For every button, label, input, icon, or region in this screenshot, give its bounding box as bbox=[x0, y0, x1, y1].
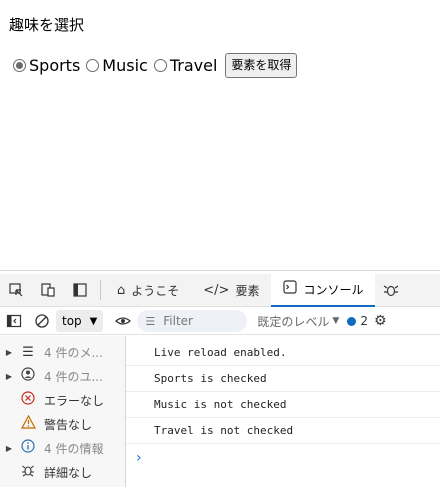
radio-option-music[interactable]: Music bbox=[86, 56, 148, 75]
home-icon: ⌂ bbox=[117, 282, 126, 298]
devtools-tab-bar: ⌂ ようこそ </> 要素 コンソール bbox=[0, 273, 440, 307]
radio-button-sports[interactable] bbox=[13, 58, 26, 72]
console-message: Live reload enabled. bbox=[126, 340, 440, 366]
console-sidebar: ▶ ☰ 4 件のメ... ▶ 4 件のユ... エラーなし 警告なし ▶ 4 件… bbox=[0, 336, 126, 487]
hobby-radio-group: Sports Music Travel 要素を取得 bbox=[13, 52, 298, 78]
page-heading: 趣味を選択 bbox=[9, 16, 85, 34]
sidebar-item-label: 4 件の情報 bbox=[44, 441, 104, 456]
devtools-panel: ⌂ ようこそ </> 要素 コンソール top ▼ ☰ Filter 既定のレベ… bbox=[0, 270, 440, 487]
bug-icon bbox=[18, 463, 38, 481]
eye-icon[interactable] bbox=[109, 308, 137, 335]
sidebar-item-info[interactable]: ▶ 4 件の情報 bbox=[0, 436, 125, 460]
radio-label-music: Music bbox=[102, 55, 148, 75]
radio-button-travel[interactable] bbox=[153, 58, 167, 72]
warning-icon bbox=[18, 414, 38, 433]
tab-label: ようこそ bbox=[131, 283, 180, 298]
log-levels-label: 既定のレベル bbox=[257, 314, 330, 329]
sidebar-item-user-messages[interactable]: ▶ 4 件のユ... bbox=[0, 364, 125, 388]
filter-placeholder: Filter bbox=[163, 314, 193, 328]
radio-button-music[interactable] bbox=[86, 58, 100, 72]
gear-icon[interactable]: ⚙ bbox=[374, 313, 387, 329]
console-message: Travel is not checked bbox=[126, 418, 440, 444]
expand-arrow-icon[interactable]: ▶ bbox=[0, 372, 18, 381]
console-message: Sports is checked bbox=[126, 366, 440, 392]
sidebar-item-errors[interactable]: エラーなし bbox=[0, 388, 125, 412]
device-emulation-icon[interactable] bbox=[32, 274, 64, 307]
tab-console[interactable]: コンソール bbox=[271, 273, 376, 307]
toggle-sidebar-icon[interactable] bbox=[0, 308, 28, 335]
radio-label-travel: Travel bbox=[169, 55, 218, 75]
inspect-element-icon[interactable] bbox=[0, 274, 32, 307]
sidebar-item-verbose[interactable]: 詳細なし bbox=[0, 460, 125, 484]
expand-arrow-icon[interactable]: ▶ bbox=[0, 444, 18, 453]
log-levels-dropdown[interactable]: 既定のレベル ▼ bbox=[257, 313, 339, 330]
expand-arrow-icon[interactable]: ▶ bbox=[0, 348, 18, 357]
tab-elements[interactable]: </> 要素 bbox=[191, 274, 271, 307]
context-value: top bbox=[62, 314, 82, 328]
sidebar-item-label: 4 件のユ... bbox=[44, 369, 103, 384]
tab-welcome[interactable]: ⌂ ようこそ bbox=[105, 274, 191, 307]
sidebar-item-warnings[interactable]: 警告なし bbox=[0, 412, 125, 436]
clear-console-icon[interactable] bbox=[28, 308, 56, 335]
sidebar-item-label: 4 件のメ... bbox=[44, 345, 103, 360]
user-circle-icon bbox=[18, 367, 38, 385]
radio-label-sports: Sports bbox=[29, 55, 81, 75]
console-toolbar: top ▼ ☰ Filter 既定のレベル ▼ 2 ⚙ bbox=[0, 308, 440, 335]
error-icon bbox=[18, 391, 38, 409]
radio-option-sports[interactable]: Sports bbox=[13, 56, 80, 75]
chevron-down-icon: ▼ bbox=[332, 316, 340, 326]
issues-counter[interactable]: 2 bbox=[347, 314, 368, 328]
console-message: Music is not checked bbox=[126, 392, 440, 418]
sidebar-item-label: 詳細なし bbox=[44, 465, 93, 480]
issues-count: 2 bbox=[360, 314, 368, 328]
issues-icon bbox=[347, 316, 357, 326]
bug-icon[interactable] bbox=[375, 274, 407, 307]
filter-input[interactable]: ☰ Filter bbox=[137, 310, 248, 332]
page-content: 趣味を選択 Sports Music Travel 要素を取得 bbox=[0, 0, 440, 270]
tab-label: 要素 bbox=[235, 283, 260, 298]
filter-icon: ☰ bbox=[145, 314, 156, 328]
code-brackets-icon: </> bbox=[203, 282, 230, 298]
get-elements-button[interactable]: 要素を取得 bbox=[225, 52, 298, 78]
radio-option-travel[interactable]: Travel bbox=[153, 55, 218, 75]
console-prompt-chevron-icon[interactable]: › bbox=[126, 444, 440, 466]
sidebar-item-label: 警告なし bbox=[44, 417, 93, 432]
console-icon bbox=[283, 280, 298, 298]
console-output: Live reload enabled. Sports is checked M… bbox=[126, 336, 440, 487]
chevron-down-icon: ▼ bbox=[89, 315, 98, 327]
context-select[interactable]: top ▼ bbox=[56, 310, 104, 332]
console-body: ▶ ☰ 4 件のメ... ▶ 4 件のユ... エラーなし 警告なし ▶ 4 件… bbox=[0, 336, 440, 487]
info-icon bbox=[18, 439, 38, 457]
tab-label: コンソール bbox=[303, 282, 364, 297]
list-icon: ☰ bbox=[22, 344, 34, 360]
toolbar-divider bbox=[100, 280, 101, 300]
sidebar-item-label: エラーなし bbox=[44, 393, 105, 408]
dock-sidebar-icon[interactable] bbox=[64, 274, 96, 307]
sidebar-item-messages[interactable]: ▶ ☰ 4 件のメ... bbox=[0, 340, 125, 364]
